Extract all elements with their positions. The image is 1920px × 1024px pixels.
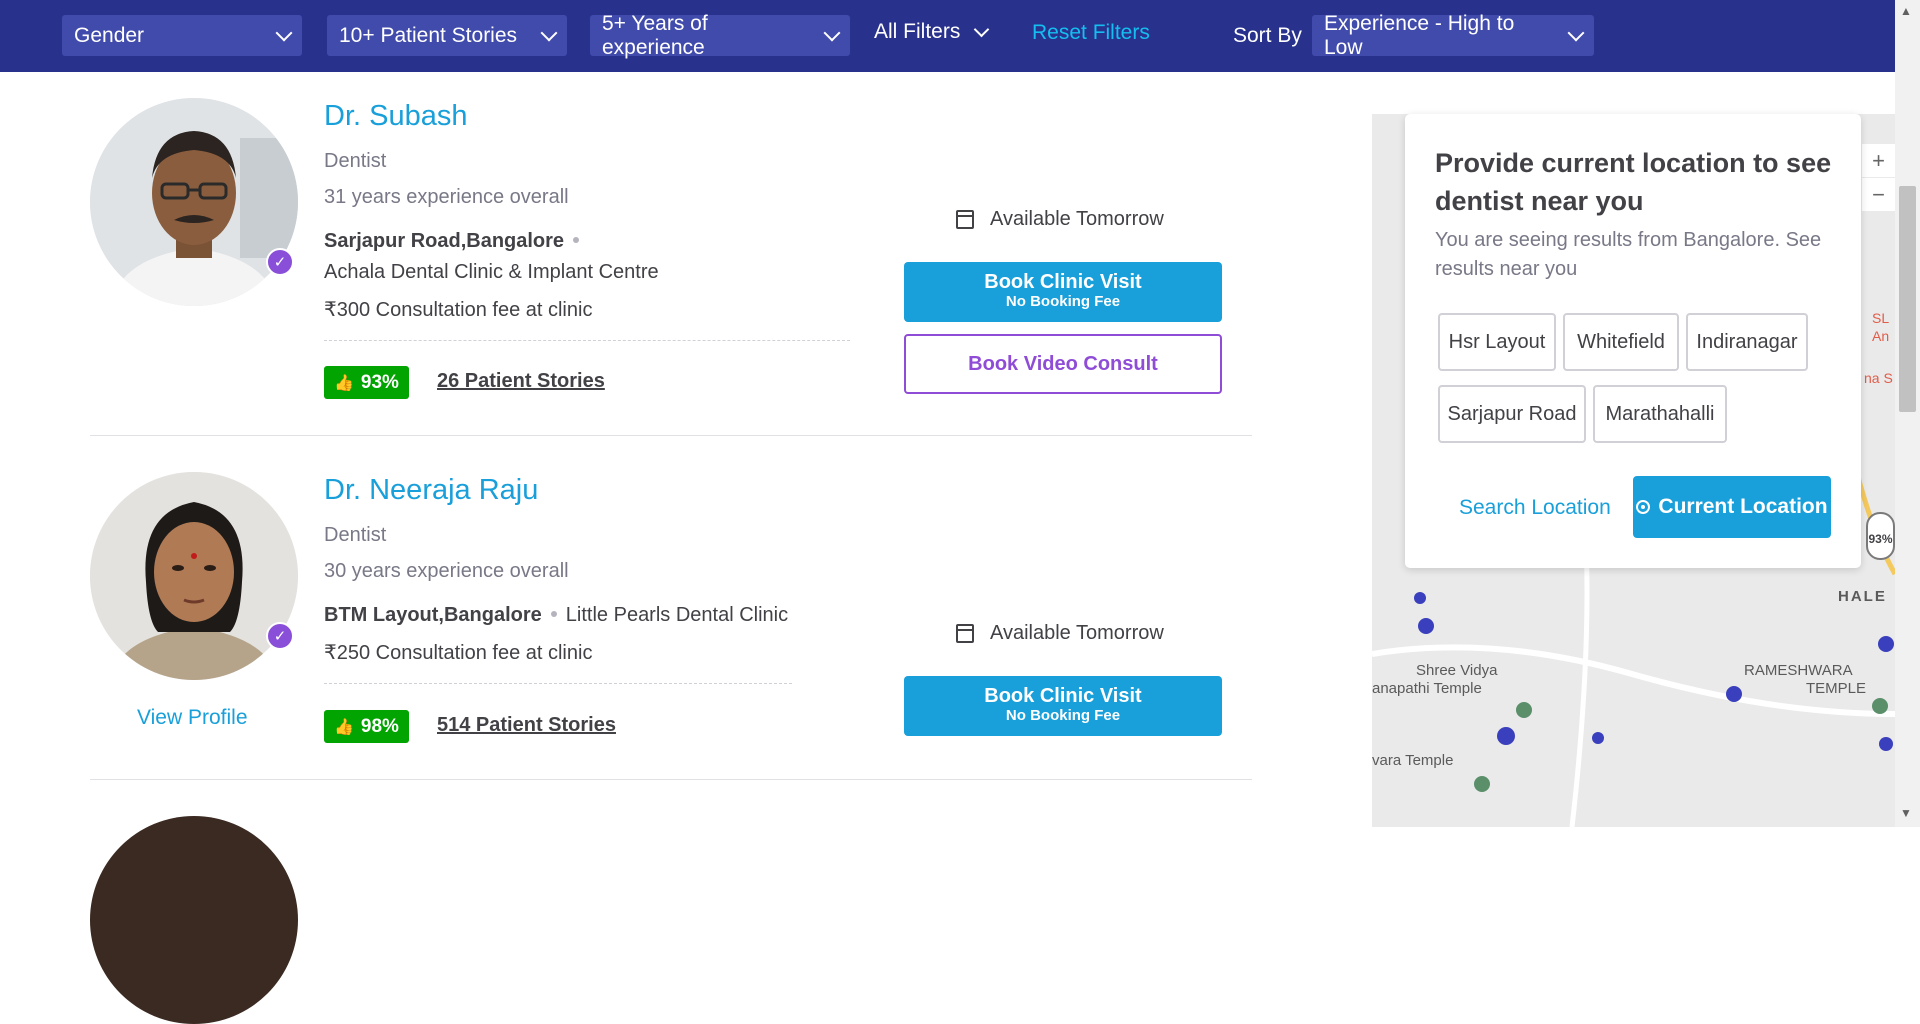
availability-text: Available Tomorrow — [990, 208, 1164, 230]
map-label: na S — [1864, 370, 1893, 386]
reset-filters-link[interactable]: Reset Filters — [1032, 21, 1150, 45]
crosshair-icon — [1636, 500, 1651, 514]
filter-bar: Gender 10+ Patient Stories 5+ Years of e… — [0, 0, 1895, 72]
book-clinic-visit-button[interactable]: Book Clinic Visit No Booking Fee — [904, 676, 1222, 736]
location-chip-sarjapur-road[interactable]: Sarjapur Road — [1438, 385, 1586, 443]
map-label: vara Temple — [1372, 752, 1454, 769]
map-label: SL — [1872, 310, 1890, 326]
scroll-down-arrow-icon[interactable]: ▼ — [1900, 806, 1912, 820]
location-chip-hsr-layout[interactable]: Hsr Layout — [1438, 313, 1556, 371]
patient-stories-link[interactable]: 26 Patient Stories — [437, 370, 605, 393]
doctor-location: BTM Layout,Bangalore Little Pearls Dental… — [324, 604, 788, 627]
verified-badge-icon: ✓ — [266, 248, 294, 276]
doctor-experience: 31 years experience overall — [324, 186, 569, 208]
rating-value: 93% — [360, 371, 399, 393]
doctor-area[interactable]: BTM Layout,Bangalore — [324, 604, 542, 626]
doctor-name-link[interactable]: Dr. Neeraja Raju — [324, 474, 538, 507]
map-label: An — [1872, 328, 1890, 344]
doctor-photo[interactable] — [90, 816, 298, 1024]
page-scrollbar[interactable] — [1895, 0, 1920, 827]
doctor-specialty: Dentist — [324, 150, 387, 172]
chevron-down-icon — [823, 24, 841, 41]
search-location-link[interactable]: Search Location — [1459, 496, 1611, 520]
doctor-experience: 30 years experience overall — [324, 560, 569, 582]
all-filters-label: All Filters — [874, 20, 961, 43]
patient-stories-link[interactable]: 514 Patient Stories — [437, 714, 616, 737]
view-profile-link[interactable]: View Profile — [137, 706, 248, 730]
rating-value: 98% — [360, 715, 399, 737]
doctor-card: ✓ View Profile Dr. Neeraja Raju Dentist … — [90, 436, 1252, 780]
experience-filter[interactable]: 5+ Years of experience — [590, 12, 850, 59]
map-pin-rating: 93% — [1868, 532, 1893, 546]
thumbs-up-icon: 👍 — [334, 718, 354, 736]
doctor-name-link[interactable]: Dr. Subash — [324, 100, 467, 133]
rating-badge: 👍 93% — [324, 366, 409, 399]
book-clinic-visit-label: Book Clinic Visit — [984, 685, 1142, 707]
consultation-fee: ₹300 Consultation fee at clinic — [324, 299, 593, 321]
scroll-up-arrow-icon[interactable]: ▲ — [1900, 4, 1912, 18]
patient-stories-filter-label: 10+ Patient Stories — [339, 23, 518, 47]
gender-filter[interactable]: Gender — [62, 15, 302, 56]
chevron-down-icon — [974, 21, 990, 37]
book-clinic-visit-button[interactable]: Book Clinic Visit No Booking Fee — [904, 262, 1222, 322]
doctor-photo[interactable] — [90, 472, 298, 680]
map-label: RAMESHWARA — [1744, 662, 1853, 679]
doctor-area[interactable]: Sarjapur Road,Bangalore — [324, 230, 564, 252]
location-chip-whitefield[interactable]: Whitefield — [1563, 313, 1679, 371]
sort-select[interactable]: Experience - High to Low — [1312, 12, 1594, 59]
verified-badge-icon: ✓ — [266, 622, 294, 650]
divider — [324, 683, 792, 684]
calendar-icon — [956, 624, 974, 643]
map-label: TEMPLE — [1806, 680, 1867, 697]
location-prompt-title: Provide current location to see dentist … — [1435, 148, 1832, 216]
doctor-specialty: Dentist — [324, 524, 387, 546]
no-booking-fee-label: No Booking Fee — [1005, 293, 1121, 310]
availability: Available Tomorrow — [956, 208, 1164, 231]
doctor-photo[interactable] — [90, 98, 298, 306]
book-clinic-visit-label: Book Clinic Visit — [984, 271, 1142, 293]
sort-select-value: Experience - High to Low — [1324, 11, 1515, 59]
doctor-clinic-link[interactable]: Little Pearls Dental Clinic — [566, 604, 788, 626]
zoom-out-button[interactable]: − — [1862, 178, 1895, 211]
location-chip-marathahalli[interactable]: Marathahalli — [1593, 385, 1727, 443]
chevron-down-icon — [275, 24, 293, 41]
rating-badge: 👍 98% — [324, 710, 409, 743]
sort-by-label: Sort By — [1233, 24, 1302, 47]
no-booking-fee-label: No Booking Fee — [1005, 707, 1121, 724]
map-label: Shree Vidya — [1416, 662, 1498, 679]
thumbs-up-icon: 👍 — [334, 374, 354, 392]
scrollbar-thumb[interactable] — [1899, 186, 1916, 412]
location-prompt-subtitle: You are seeing results from Bangalore. S… — [1435, 229, 1822, 280]
all-filters-button[interactable]: All Filters — [874, 20, 990, 44]
divider — [324, 340, 850, 341]
location-chip-indiranagar[interactable]: Indiranagar — [1686, 313, 1808, 371]
separator-dot — [573, 236, 580, 243]
current-location-button[interactable]: Current Location — [1633, 476, 1831, 538]
separator-dot — [550, 610, 557, 617]
book-video-consult-button[interactable]: Book Video Consult — [904, 334, 1222, 394]
map-label: HALE — [1838, 588, 1887, 605]
doctor-portrait-image — [90, 472, 298, 680]
map-rating-pin[interactable]: 93% — [1866, 512, 1895, 560]
doctor-location: Sarjapur Road,Bangalore — [324, 230, 588, 253]
calendar-icon — [956, 210, 974, 229]
chevron-down-icon — [540, 24, 558, 41]
availability-text: Available Tomorrow — [990, 622, 1164, 644]
location-prompt-card: Provide current location to see dentist … — [1405, 114, 1861, 568]
chevron-down-icon — [1567, 24, 1585, 41]
availability: Available Tomorrow — [956, 622, 1164, 645]
experience-filter-label: 5+ Years of experience — [602, 11, 708, 59]
map-label: anapathi Temple — [1372, 680, 1482, 697]
patient-stories-filter[interactable]: 10+ Patient Stories — [327, 15, 567, 56]
gender-filter-label: Gender — [74, 23, 145, 47]
consultation-fee: ₹250 Consultation fee at clinic — [324, 642, 593, 664]
doctor-portrait-image — [90, 98, 298, 306]
doctor-clinic-link[interactable]: Achala Dental Clinic & Implant Centre — [324, 261, 659, 284]
current-location-label: Current Location — [1658, 495, 1828, 518]
zoom-in-button[interactable]: + — [1862, 144, 1895, 177]
doctor-card: ✓ Dr. Subash Dentist 31 years experience… — [90, 72, 1252, 436]
